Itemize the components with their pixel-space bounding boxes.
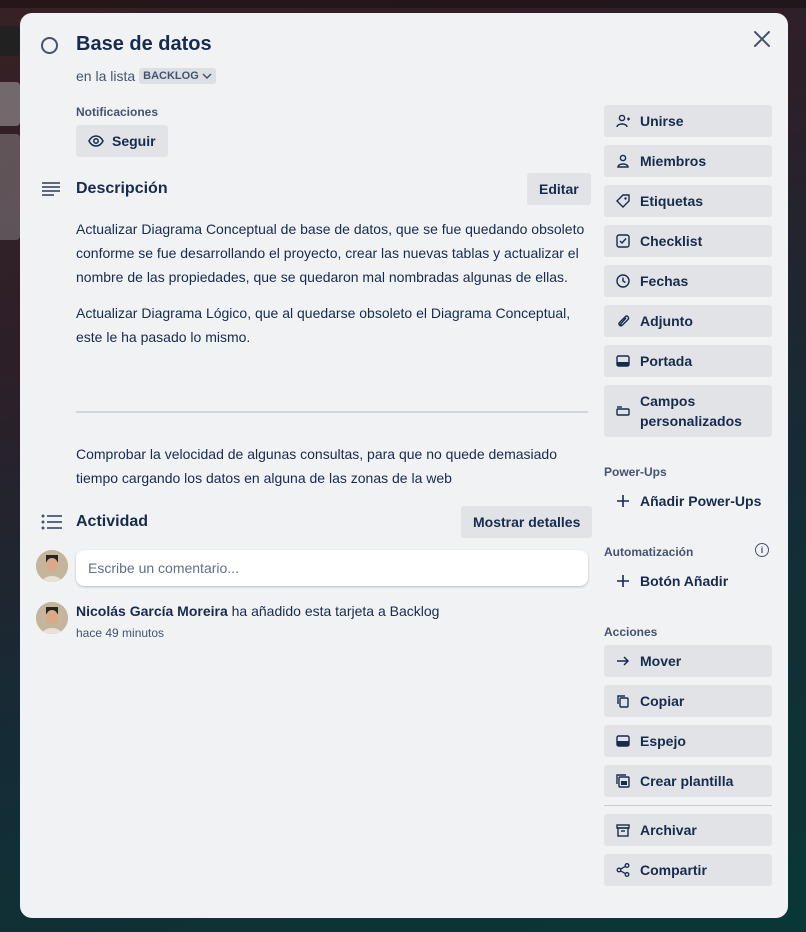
mirror-label: Espejo [640, 733, 686, 749]
activity-user[interactable]: Nicolás García Moreira [76, 603, 228, 619]
user-icon [616, 154, 630, 168]
mirror-button[interactable]: Espejo [604, 725, 772, 757]
attachment-button[interactable]: Adjunto [604, 305, 772, 337]
actions-label: Acciones [604, 625, 658, 639]
share-icon [616, 863, 630, 877]
dates-button[interactable]: Fechas [604, 265, 772, 297]
description-paragraph: Comprobar la velocidad de algunas consul… [76, 446, 557, 486]
card-detail-modal: Base de datos en la lista BACKLOG Notifi… [20, 13, 788, 918]
list-prefix: en la lista [76, 68, 136, 84]
comment-input[interactable] [76, 550, 588, 586]
plus-icon [616, 574, 630, 588]
template-icon [616, 774, 630, 788]
avatar-image [36, 550, 68, 582]
copy-icon [616, 694, 630, 708]
share-button[interactable]: Compartir [604, 854, 772, 886]
description-icon [42, 182, 60, 196]
custom-fields-label: Campos personalizados [640, 393, 742, 429]
automation-label: Automatización [604, 545, 694, 559]
copy-label: Copiar [640, 693, 685, 709]
clock-icon [616, 274, 630, 288]
members-label: Miembros [640, 153, 707, 169]
move-label: Mover [640, 653, 682, 669]
add-powerups-label: Añadir Power-Ups [640, 493, 762, 509]
move-button[interactable]: Mover [604, 645, 772, 677]
notifications-label: Notificaciones [76, 105, 159, 119]
add-button-button[interactable]: Botón Añadir [604, 565, 772, 597]
description-body[interactable]: Actualizar Diagrama Conceptual de base d… [76, 217, 588, 361]
activity-list-icon [41, 514, 62, 530]
archive-button[interactable]: Archivar [604, 814, 772, 846]
archive-label: Archivar [640, 822, 697, 838]
tag-icon [616, 194, 630, 208]
share-label: Compartir [640, 862, 707, 878]
add-powerups-button[interactable]: Añadir Power-Ups [604, 485, 772, 517]
description-paragraph: Actualizar Diagrama Lógico, que al queda… [76, 305, 571, 345]
paperclip-icon [616, 314, 630, 328]
activity-timestamp[interactable]: hace 49 minutos [76, 626, 164, 640]
close-icon[interactable] [750, 27, 774, 51]
card-title[interactable]: Base de datos [76, 33, 212, 56]
activity-entry: Nicolás García Moreira ha añadido esta t… [76, 603, 439, 619]
description-paragraph: Actualizar Diagrama Conceptual de base d… [76, 221, 585, 285]
powerups-label: Power-Ups [604, 465, 667, 479]
custom-fields-button[interactable]: Campos personalizados [604, 385, 772, 437]
info-icon[interactable]: i [755, 543, 769, 557]
members-button[interactable]: Miembros [604, 145, 772, 177]
labels-button[interactable]: Etiquetas [604, 185, 772, 217]
card-cover-icon [616, 354, 630, 368]
archive-icon [616, 823, 630, 837]
join-button[interactable]: Unirse [604, 105, 772, 137]
activity-title: Actividad [76, 513, 149, 530]
cover-label: Portada [640, 353, 693, 369]
dates-label: Fechas [640, 273, 689, 289]
create-template-button[interactable]: Crear plantilla [604, 765, 772, 797]
eye-icon [88, 135, 104, 147]
description-title: Descripción [76, 180, 168, 197]
checkbox-icon [616, 234, 630, 248]
avatar[interactable] [36, 550, 68, 582]
user-plus-icon [616, 114, 630, 128]
follow-label: Seguir [112, 133, 156, 149]
add-button-label: Botón Añadir [640, 573, 729, 589]
card-complete-circle-icon[interactable] [41, 37, 58, 54]
edit-description-button[interactable]: Editar [527, 173, 591, 205]
arrow-right-icon [616, 654, 630, 668]
plus-icon [616, 494, 630, 508]
list-name: BACKLOG [143, 70, 199, 82]
avatar-image [36, 602, 68, 634]
create-template-label: Crear plantilla [640, 773, 734, 789]
custom-fields-icon [616, 404, 630, 418]
copy-button[interactable]: Copiar [604, 685, 772, 717]
activity-action: ha añadido esta tarjeta a Backlog [227, 603, 440, 619]
attachment-label: Adjunto [640, 313, 693, 329]
show-details-button[interactable]: Mostrar detalles [461, 506, 593, 538]
actions-divider [604, 805, 772, 806]
labels-label: Etiquetas [640, 193, 704, 209]
list-breadcrumb: en la lista BACKLOG [76, 68, 216, 84]
join-label: Unirse [640, 113, 684, 129]
list-selector[interactable]: BACKLOG [139, 68, 216, 84]
checklist-label: Checklist [640, 233, 703, 249]
chevron-down-icon [202, 73, 212, 80]
avatar[interactable] [36, 602, 68, 634]
mirror-icon [616, 734, 630, 748]
cover-button[interactable]: Portada [604, 345, 772, 377]
checklist-button[interactable]: Checklist [604, 225, 772, 257]
description-divider [76, 411, 588, 413]
follow-button[interactable]: Seguir [76, 125, 168, 157]
